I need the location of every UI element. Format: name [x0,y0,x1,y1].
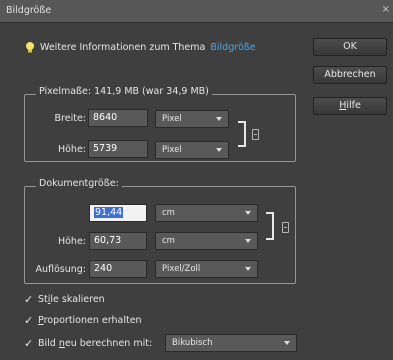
cancel-button[interactable]: Abbrechen [313,66,387,84]
pixel-width-unit-value: Pixel [162,114,182,124]
checkmark-icon: ✓ [24,337,34,350]
help-button-label: ilfe [346,100,361,111]
doc-width-unit-select[interactable]: cm [155,204,258,222]
doc-width-unit-value: cm [162,208,175,218]
scale-styles-label: Stile skalieren [38,294,105,305]
info-label: Weitere Informationen zum Thema [40,42,206,53]
doc-height-unit-value: cm [162,236,175,246]
link-icon [252,129,259,140]
pixel-width-label: Breite: [54,113,86,124]
chevron-down-icon [245,239,251,243]
doc-height-label: Höhe: [57,236,86,247]
resolution-unit-value: Pixel/Zoll [162,264,201,274]
doc-width-value: 91,44 [94,207,124,218]
pixel-height-label: Höhe: [57,144,86,155]
resolution-unit-select[interactable]: Pixel/Zoll [155,260,258,278]
lightbulb-icon [26,42,34,53]
link-icon [282,222,289,233]
resample-label: Bild neu berechnen mit: [38,338,153,349]
resolution-input[interactable]: 240 [89,260,147,278]
chevron-down-icon [216,148,222,152]
doc-width-input[interactable]: 91,44 [89,204,147,222]
title-bar[interactable]: Bildgröße × [0,0,393,23]
info-text: Weitere Informationen zum Thema Bildgröß… [40,42,256,53]
close-icon[interactable]: × [382,4,390,15]
doc-height-input[interactable]: 60,73 [89,232,147,250]
chevron-down-icon [284,341,290,345]
info-link[interactable]: Bildgröße [210,42,255,53]
help-button[interactable]: Hilfe [313,97,387,115]
image-size-dialog: Bildgröße × Weitere Informationen zum Th… [0,0,393,360]
chevron-down-icon [245,267,251,271]
window-title: Bildgröße [6,5,52,16]
pixel-height-unit-select[interactable]: Pixel [155,141,229,159]
resample-method-value: Bikubisch [172,338,213,348]
resample-method-select[interactable]: Bikubisch [165,334,297,352]
pixel-constrain-bracket [238,121,246,147]
pixel-dimensions-legend: Pixelmaße: 141,9 MB (war 34,9 MB) [36,86,212,97]
ok-button[interactable]: OK [313,38,387,56]
resolution-label: Auflösung: [35,264,86,275]
document-size-legend: Dokumentgröße: [36,178,122,189]
checkmark-icon: ✓ [24,314,34,327]
pixel-width-unit-select[interactable]: Pixel [155,110,229,128]
chevron-down-icon [245,211,251,215]
pixel-width-input[interactable]: 8640 [88,109,148,127]
constrain-proportions-label: Proportionen erhalten [38,315,142,326]
checkmark-icon: ✓ [24,293,34,306]
chevron-down-icon [216,117,222,121]
doc-constrain-bracket [266,212,274,240]
pixel-height-unit-value: Pixel [162,145,182,155]
pixel-height-input[interactable]: 5739 [88,140,148,158]
doc-height-unit-select[interactable]: cm [155,232,258,250]
